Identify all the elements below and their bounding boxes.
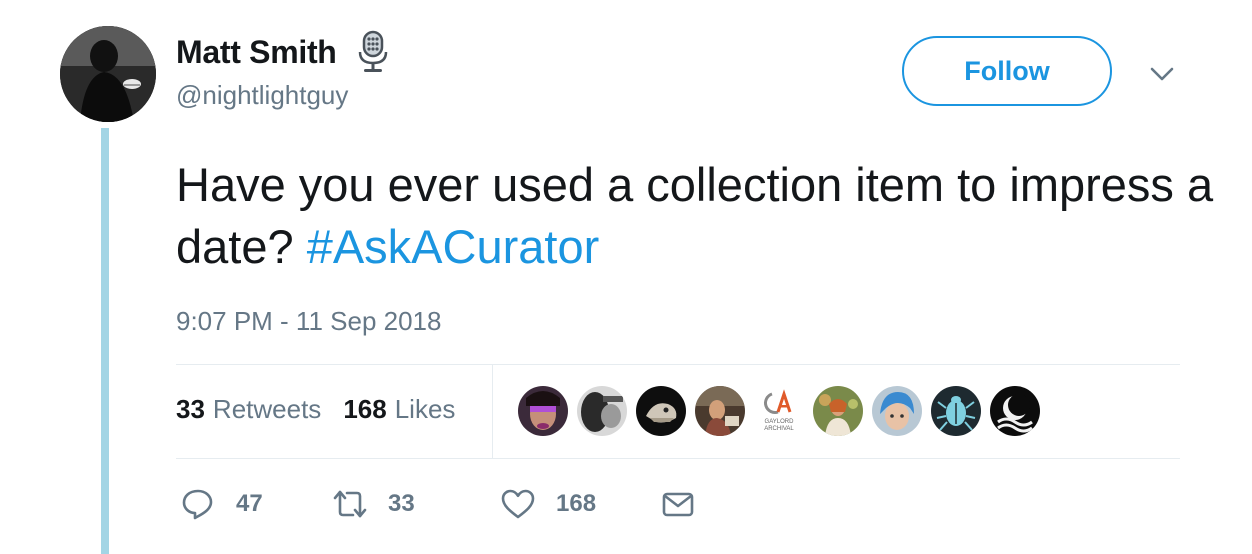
- liker-avatar-gaylord-archival[interactable]: GAYLORD ARCHIVAL: [754, 386, 804, 436]
- retweets-stat-label: Retweets: [212, 394, 322, 424]
- direct-message-action[interactable]: [660, 486, 696, 522]
- chevron-down-icon[interactable]: [1148, 62, 1176, 86]
- heart-icon: [501, 489, 535, 519]
- hashtag-link[interactable]: #AskACurator: [307, 220, 600, 273]
- liker-avatars: GAYLORD ARCHIVAL: [518, 386, 1049, 436]
- like-count: 168: [556, 490, 597, 517]
- svg-text:GAYLORD: GAYLORD: [765, 419, 795, 425]
- envelope-icon: [662, 492, 694, 517]
- reply-action[interactable]: 47: [180, 486, 263, 522]
- likes-stat-label: Likes: [394, 394, 456, 424]
- microphone-icon: [358, 30, 387, 72]
- author-avatar-image: [60, 26, 156, 122]
- liker-avatar-8[interactable]: [931, 386, 981, 436]
- author-display-name[interactable]: Matt Smith: [176, 34, 337, 71]
- liker-avatar-7[interactable]: [872, 386, 922, 436]
- stats-top-divider: [176, 364, 1180, 365]
- liker-avatar-1[interactable]: [518, 386, 568, 436]
- svg-text:ARCHIVAL: ARCHIVAL: [764, 426, 794, 432]
- follow-button[interactable]: Follow: [902, 36, 1112, 106]
- reply-count: 47: [236, 490, 263, 517]
- liker-avatar-9[interactable]: [990, 386, 1040, 436]
- retweet-action[interactable]: 33: [332, 486, 415, 522]
- stats-vertical-divider: [492, 364, 493, 458]
- author-handle[interactable]: @nightlightguy: [176, 80, 348, 111]
- likes-stat-count: 168: [343, 394, 387, 424]
- liker-avatar-4[interactable]: [695, 386, 745, 436]
- reply-icon: [182, 489, 213, 520]
- thread-connector-line: [101, 128, 109, 554]
- like-action[interactable]: 168: [500, 486, 596, 522]
- tweet-timestamp[interactable]: 9:07 PM - 11 Sep 2018: [176, 306, 441, 337]
- liker-avatar-2[interactable]: [577, 386, 627, 436]
- liker-avatar-6[interactable]: [813, 386, 863, 436]
- tweet-text: Have you ever used a collection item to …: [176, 154, 1216, 278]
- stats-bottom-divider: [176, 458, 1180, 459]
- retweets-stat[interactable]: 33 Retweets: [176, 394, 321, 425]
- likes-stat[interactable]: 168 Likes: [343, 394, 455, 425]
- liker-avatar-3[interactable]: [636, 386, 686, 436]
- author-avatar[interactable]: [60, 26, 156, 122]
- retweet-icon: [333, 490, 367, 518]
- retweet-count: 33: [388, 490, 415, 517]
- retweets-stat-count: 33: [176, 394, 205, 424]
- tweet-stats: 33 Retweets 168 Likes: [176, 394, 455, 425]
